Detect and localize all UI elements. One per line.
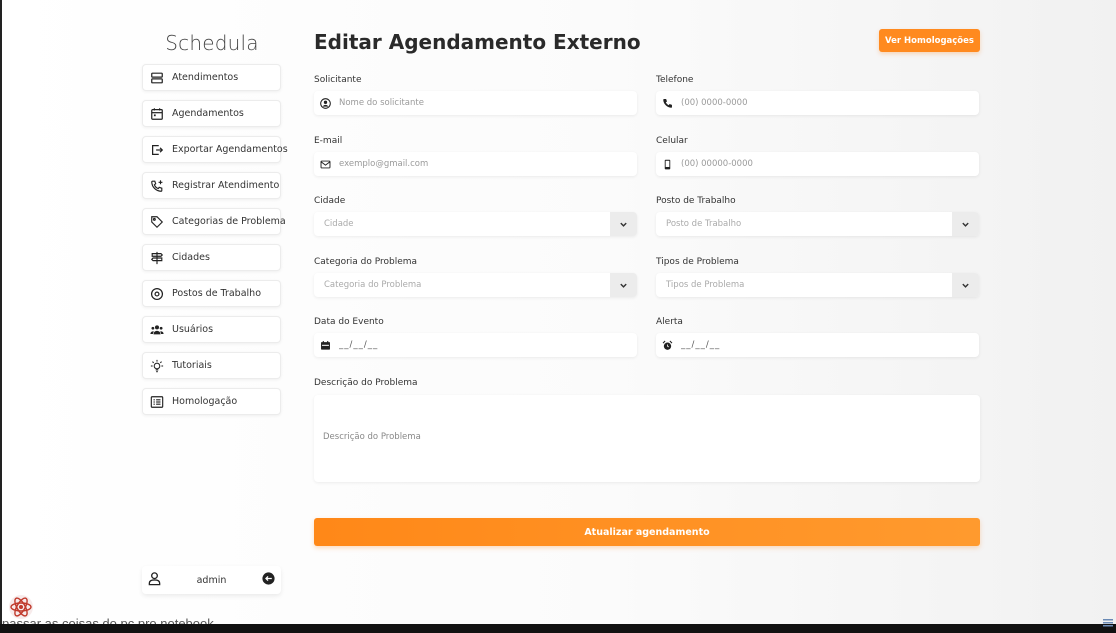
tipos-label: Tipos de Problema <box>656 257 739 267</box>
checklist-icon <box>150 395 164 409</box>
sidebar-item-categorias-de-problema[interactable]: Categorias de Problema <box>142 208 286 235</box>
sidebar-item-label: Homologação <box>172 396 238 407</box>
telefone-field-box <box>656 91 979 115</box>
descricao-label: Descrição do Problema <box>314 378 418 388</box>
cidade-label: Cidade <box>314 196 346 206</box>
phone-icon <box>662 98 673 109</box>
sidebar-item-label: Agendamentos <box>172 108 244 119</box>
categoria-select[interactable]: Categoria do Problema <box>314 273 637 297</box>
tag-icon <box>150 215 164 229</box>
celular-label: Celular <box>656 136 688 146</box>
cidade-select[interactable]: Cidade <box>314 212 637 236</box>
data-evento-label: Data do Evento <box>314 317 384 327</box>
lightbulb-icon <box>150 359 164 373</box>
telefone-input[interactable] <box>681 98 951 108</box>
sidebar-item-label: Postos de Trabalho <box>172 288 262 299</box>
celular-input[interactable] <box>681 159 951 169</box>
window-left-edge <box>0 0 2 633</box>
alarm-clock-icon <box>662 340 673 351</box>
sidebar-item-usuarios[interactable]: Usuários <box>142 316 281 343</box>
solicitante-field-box <box>314 91 637 115</box>
descricao-textarea[interactable]: Descrição do Problema <box>314 395 980 482</box>
solicitante-input[interactable] <box>339 98 609 108</box>
resize-grip-icon <box>1103 612 1113 627</box>
categoria-select-placeholder: Categoria do Problema <box>324 280 422 290</box>
alerta-label: Alerta <box>656 317 683 327</box>
signpost-icon <box>150 251 164 265</box>
tipos-select-placeholder: Tipos de Problema <box>666 280 745 290</box>
envelope-icon <box>320 159 331 170</box>
page-title: Editar Agendamento Externo <box>314 30 641 54</box>
celular-field-box <box>656 152 979 176</box>
posto-select-placeholder: Posto de Trabalho <box>666 219 742 229</box>
react-devtools-icon[interactable] <box>8 594 34 620</box>
sidebar-item-atendimentos[interactable]: Atendimentos <box>142 64 281 91</box>
email-label: E-mail <box>314 136 343 146</box>
cidade-select-placeholder: Cidade <box>324 219 354 229</box>
sidebar-item-label: Atendimentos <box>172 72 239 83</box>
chevron-down-icon[interactable] <box>952 212 979 236</box>
sidebar-item-agendamentos[interactable]: Agendamentos <box>142 100 281 127</box>
sidebar-item-label: Registrar Atendimento <box>172 180 280 191</box>
user-icon <box>147 571 162 589</box>
server-icon <box>150 71 164 85</box>
user-profile-box: admin <box>142 566 281 594</box>
data-evento-field-box <box>314 333 637 357</box>
calendar-icon <box>150 107 164 121</box>
posto-label: Posto de Trabalho <box>656 196 736 206</box>
email-field-box <box>314 152 637 176</box>
chevron-down-icon[interactable] <box>610 273 637 297</box>
bottom-taskbar <box>0 624 1116 633</box>
logout-icon[interactable] <box>261 571 276 589</box>
categoria-label: Categoria do Problema <box>314 257 418 267</box>
email-input[interactable] <box>339 159 609 169</box>
sidebar-item-label: Cidades <box>172 252 210 263</box>
ver-homologacoes-button[interactable]: Ver Homologações <box>879 29 980 52</box>
sidebar-item-label: Usuários <box>172 324 214 335</box>
data-evento-input[interactable] <box>339 340 609 350</box>
alerta-input[interactable] <box>681 340 951 350</box>
mobile-phone-icon <box>662 159 673 170</box>
sidebar-item-label: Categorias de Problema <box>172 216 286 227</box>
atualizar-agendamento-button[interactable]: Atualizar agendamento <box>314 518 980 546</box>
sidebar-item-registrar-atendimento[interactable]: Registrar Atendimento <box>142 172 281 199</box>
sidebar-item-exportar-agendamentos[interactable]: Exportar Agendamentos <box>142 136 288 163</box>
sidebar-item-label: Exportar Agendamentos <box>172 144 288 155</box>
chevron-down-icon[interactable] <box>952 273 979 297</box>
chevron-down-icon[interactable] <box>610 212 637 236</box>
sidebar-item-homologacao[interactable]: Homologação <box>142 388 281 415</box>
alerta-field-box <box>656 333 979 357</box>
sidebar-item-postos-de-trabalho[interactable]: Postos de Trabalho <box>142 280 281 307</box>
phone-add-icon <box>150 179 164 193</box>
users-icon <box>150 323 164 337</box>
user-circle-icon <box>320 97 331 109</box>
username-label: admin <box>196 574 227 586</box>
calendar-icon <box>320 340 331 351</box>
telefone-label: Telefone <box>656 75 694 85</box>
sidebar-item-label: Tutoriais <box>172 360 212 371</box>
sidebar-item-cidades[interactable]: Cidades <box>142 244 281 271</box>
brand-logo-text: Schedula <box>165 31 259 55</box>
tipos-select[interactable]: Tipos de Problema <box>656 273 979 297</box>
location-pin-icon <box>150 287 164 301</box>
solicitante-label: Solicitante <box>314 75 362 85</box>
export-icon <box>150 143 164 157</box>
sidebar-item-tutoriais[interactable]: Tutoriais <box>142 352 281 379</box>
posto-select[interactable]: Posto de Trabalho <box>656 212 979 236</box>
